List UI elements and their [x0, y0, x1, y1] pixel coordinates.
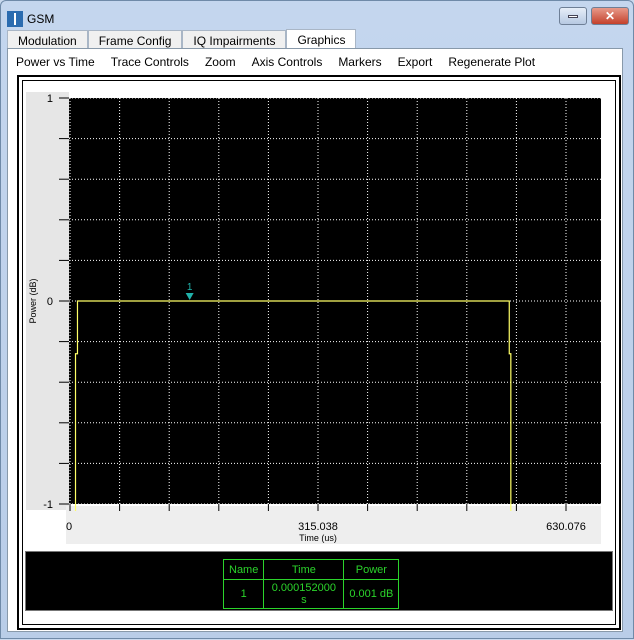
marker-label: 1 [187, 282, 193, 293]
header-name: Name [222, 559, 265, 580]
y-tick-label-bottom: -1 [43, 499, 53, 511]
table-row: 1 0.000152000 s 0.001 dB [222, 579, 400, 609]
x-tick-label-mid: 315.038 [298, 521, 338, 533]
y-tick-label-top: 1 [47, 93, 53, 105]
app-window: GSM ✕ Modulation Frame Config IQ Impairm… [0, 0, 634, 639]
header-power: Power [343, 559, 400, 580]
marker-table: Name Time Power 1 0.000152000 s 0.001 dB [222, 559, 400, 609]
cell-name: 1 [222, 579, 265, 609]
header-time: Time [263, 559, 345, 580]
x-tick-label-end: 630.076 [546, 521, 586, 533]
marker-table-panel: Name Time Power 1 0.000152000 s 0.001 dB [25, 551, 613, 611]
y-tick-label-mid: 0 [47, 296, 53, 308]
cell-time: 0.000152000 s [263, 579, 345, 609]
y-axis-label: Power (dB) [28, 278, 38, 323]
x-tick-label-start: 0 [66, 521, 72, 533]
x-axis-label: Time (us) [299, 533, 337, 543]
cell-power: 0.001 dB [343, 579, 400, 609]
power-vs-time-chart[interactable]: 1 1 0 -1 0 315.038 630.076 Time (us) Pow… [1, 1, 634, 640]
